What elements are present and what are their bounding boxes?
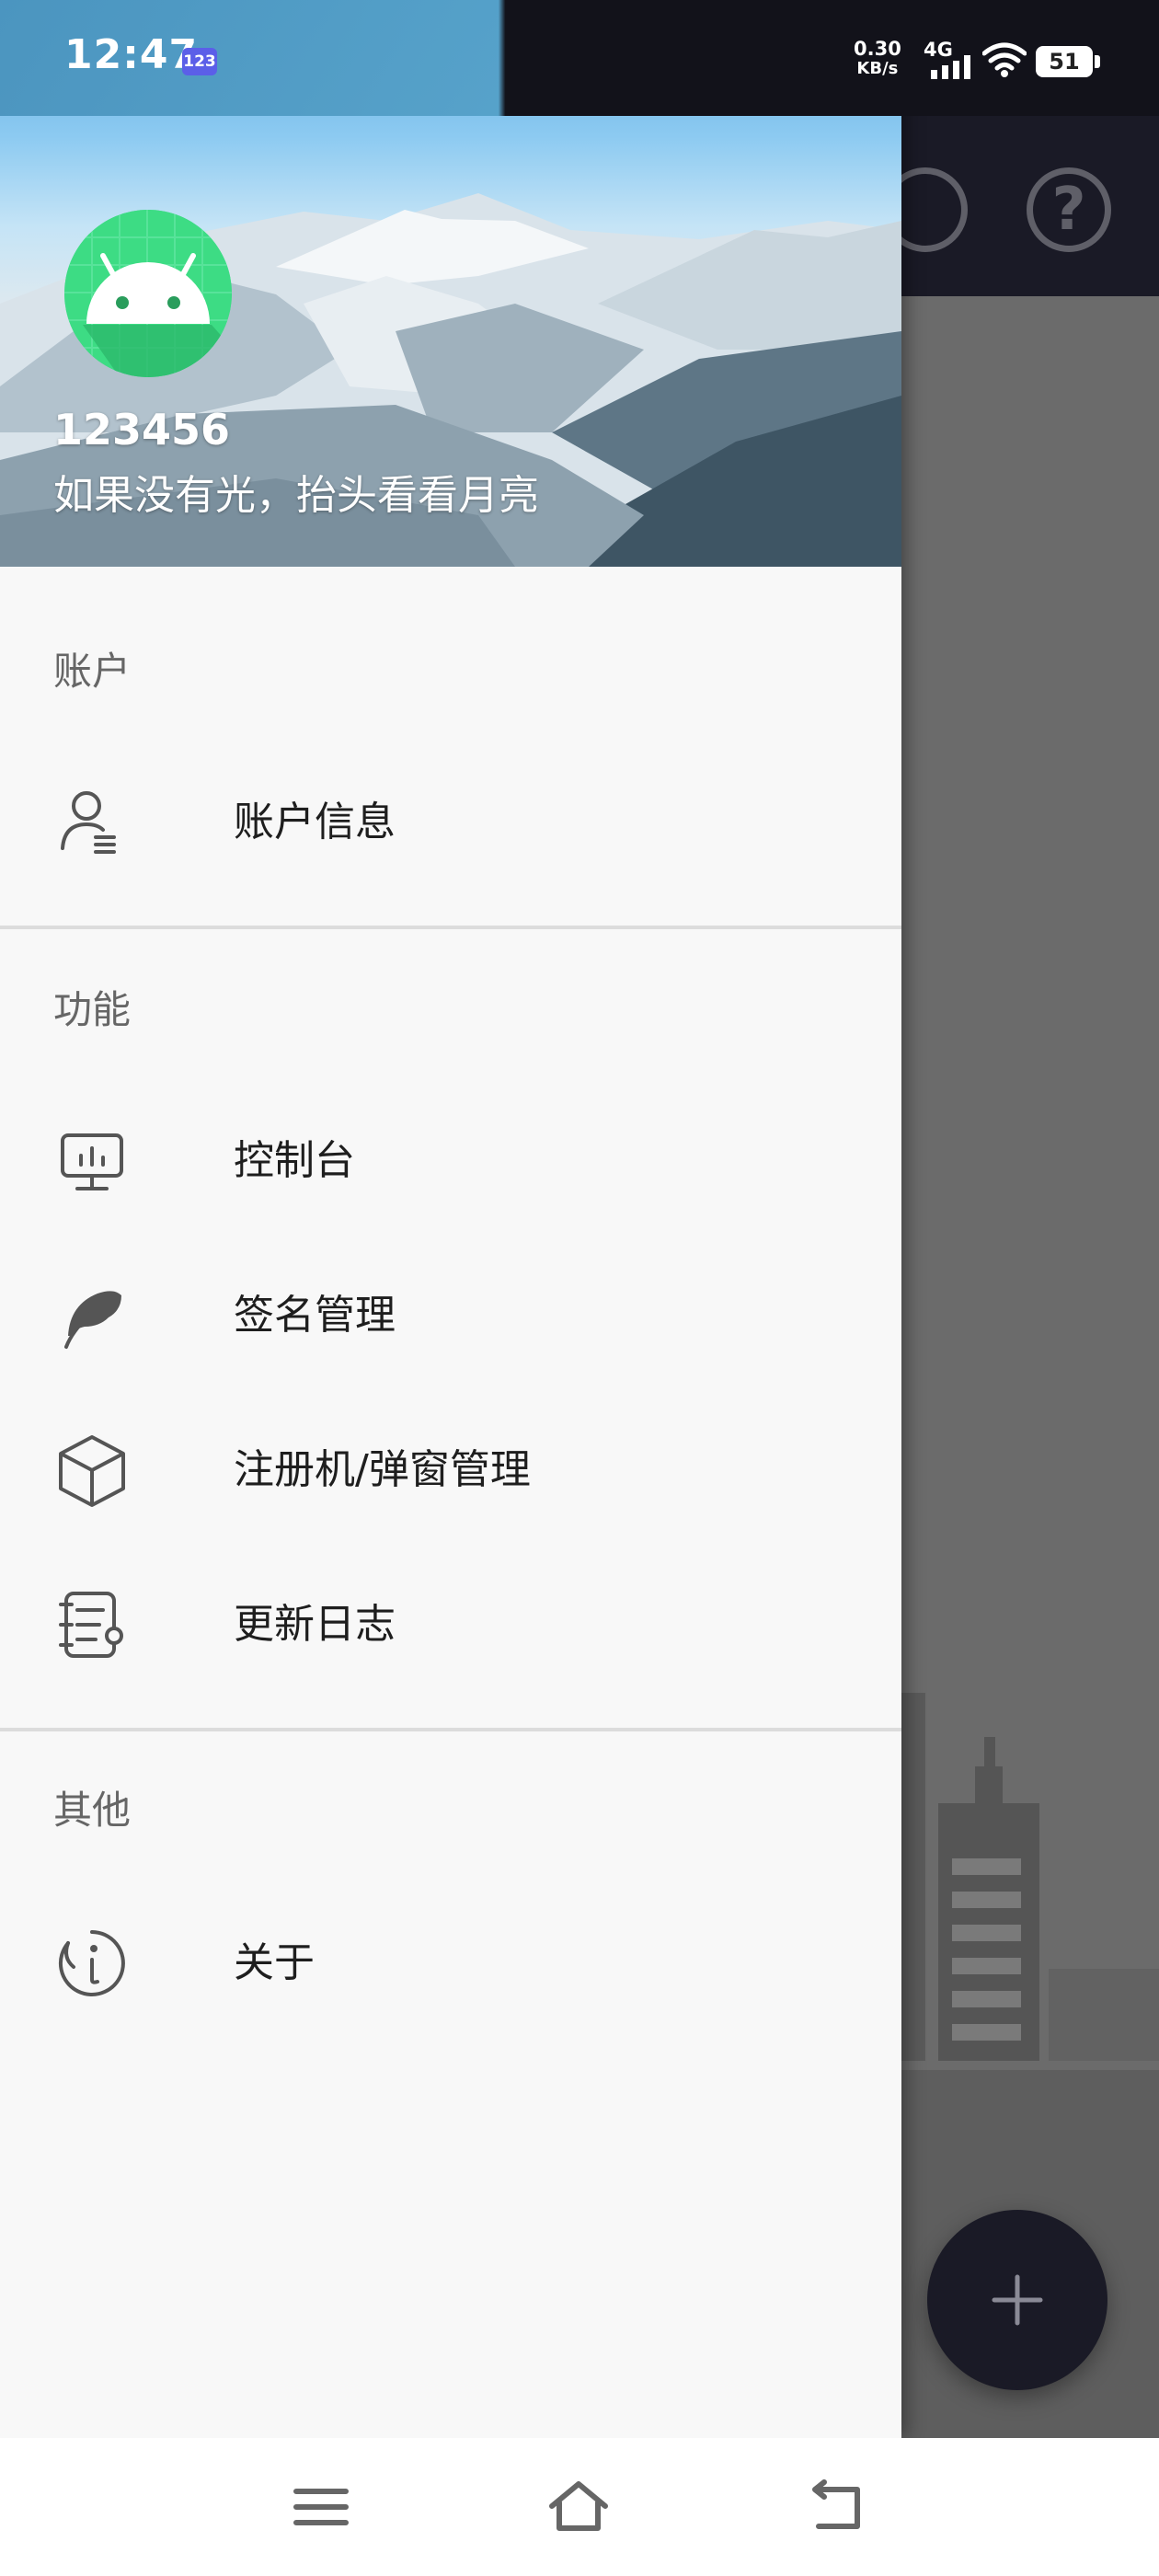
battery-icon: 51 — [1036, 46, 1100, 77]
app-notification-badge: 123 — [182, 48, 217, 75]
nav-label-keygen-popup: 注册机/弹窗管理 — [234, 1446, 531, 1493]
user-name: 123456 — [53, 405, 231, 454]
status-bar: 12:47 123 0.30 KB/s 4G 51 — [0, 0, 1159, 116]
back-icon[interactable] — [806, 2475, 870, 2539]
nav-item-signature[interactable]: 签名管理 — [0, 1238, 901, 1393]
plus-icon — [992, 2274, 1043, 2326]
user-motto: 如果没有光，抬头看看月亮 — [53, 472, 539, 519]
section-title-account: 账户 — [53, 649, 132, 694]
divider — [0, 926, 901, 929]
nav-item-about[interactable]: 关于 — [0, 1886, 901, 2041]
signal-icon — [931, 55, 970, 79]
nav-item-dashboard[interactable]: 控制台 — [0, 1084, 901, 1238]
nav-label-changelog: 更新日志 — [234, 1601, 396, 1648]
feather-icon — [64, 1291, 121, 1349]
nav-label-about: 关于 — [234, 1939, 315, 1986]
navigation-drawer: 123456 如果没有光，抬头看看月亮 账户 账户信息 功能 控制台 签名管理 — [0, 0, 901, 2438]
help-icon[interactable]: ? — [1027, 167, 1111, 252]
account-info-icon — [61, 791, 116, 854]
log-icon — [59, 1592, 123, 1658]
about-icon — [58, 1930, 125, 1996]
avatar[interactable] — [64, 210, 232, 377]
add-fab-button[interactable] — [927, 2210, 1107, 2390]
system-navigation-bar — [0, 2438, 1159, 2576]
nav-label-signature: 签名管理 — [234, 1292, 396, 1339]
network-speed-unit: KB/s — [856, 59, 899, 78]
divider — [0, 1728, 901, 1731]
nav-label-dashboard: 控制台 — [234, 1137, 355, 1184]
status-time: 12:47 — [64, 31, 199, 78]
nav-item-account-info[interactable]: 账户信息 — [0, 745, 901, 900]
cube-icon — [59, 1435, 125, 1507]
menu-icon[interactable] — [289, 2475, 353, 2539]
network-speed-value: 0.30 — [854, 38, 901, 60]
android-icon — [64, 210, 232, 377]
dashboard-icon — [61, 1133, 123, 1190]
wifi-icon — [982, 42, 1027, 77]
home-icon[interactable] — [546, 2475, 611, 2539]
nav-item-changelog[interactable]: 更新日志 — [0, 1547, 901, 1702]
nav-item-keygen-popup[interactable]: 注册机/弹窗管理 — [0, 1393, 901, 1547]
section-title-other: 其他 — [53, 1788, 132, 1833]
nav-label-account-info: 账户信息 — [234, 799, 396, 845]
network-speed: 0.30 KB/s — [854, 39, 901, 79]
section-title-features: 功能 — [53, 987, 132, 1032]
battery-level: 51 — [1049, 49, 1080, 75]
building-illustration — [901, 1693, 1159, 2061]
